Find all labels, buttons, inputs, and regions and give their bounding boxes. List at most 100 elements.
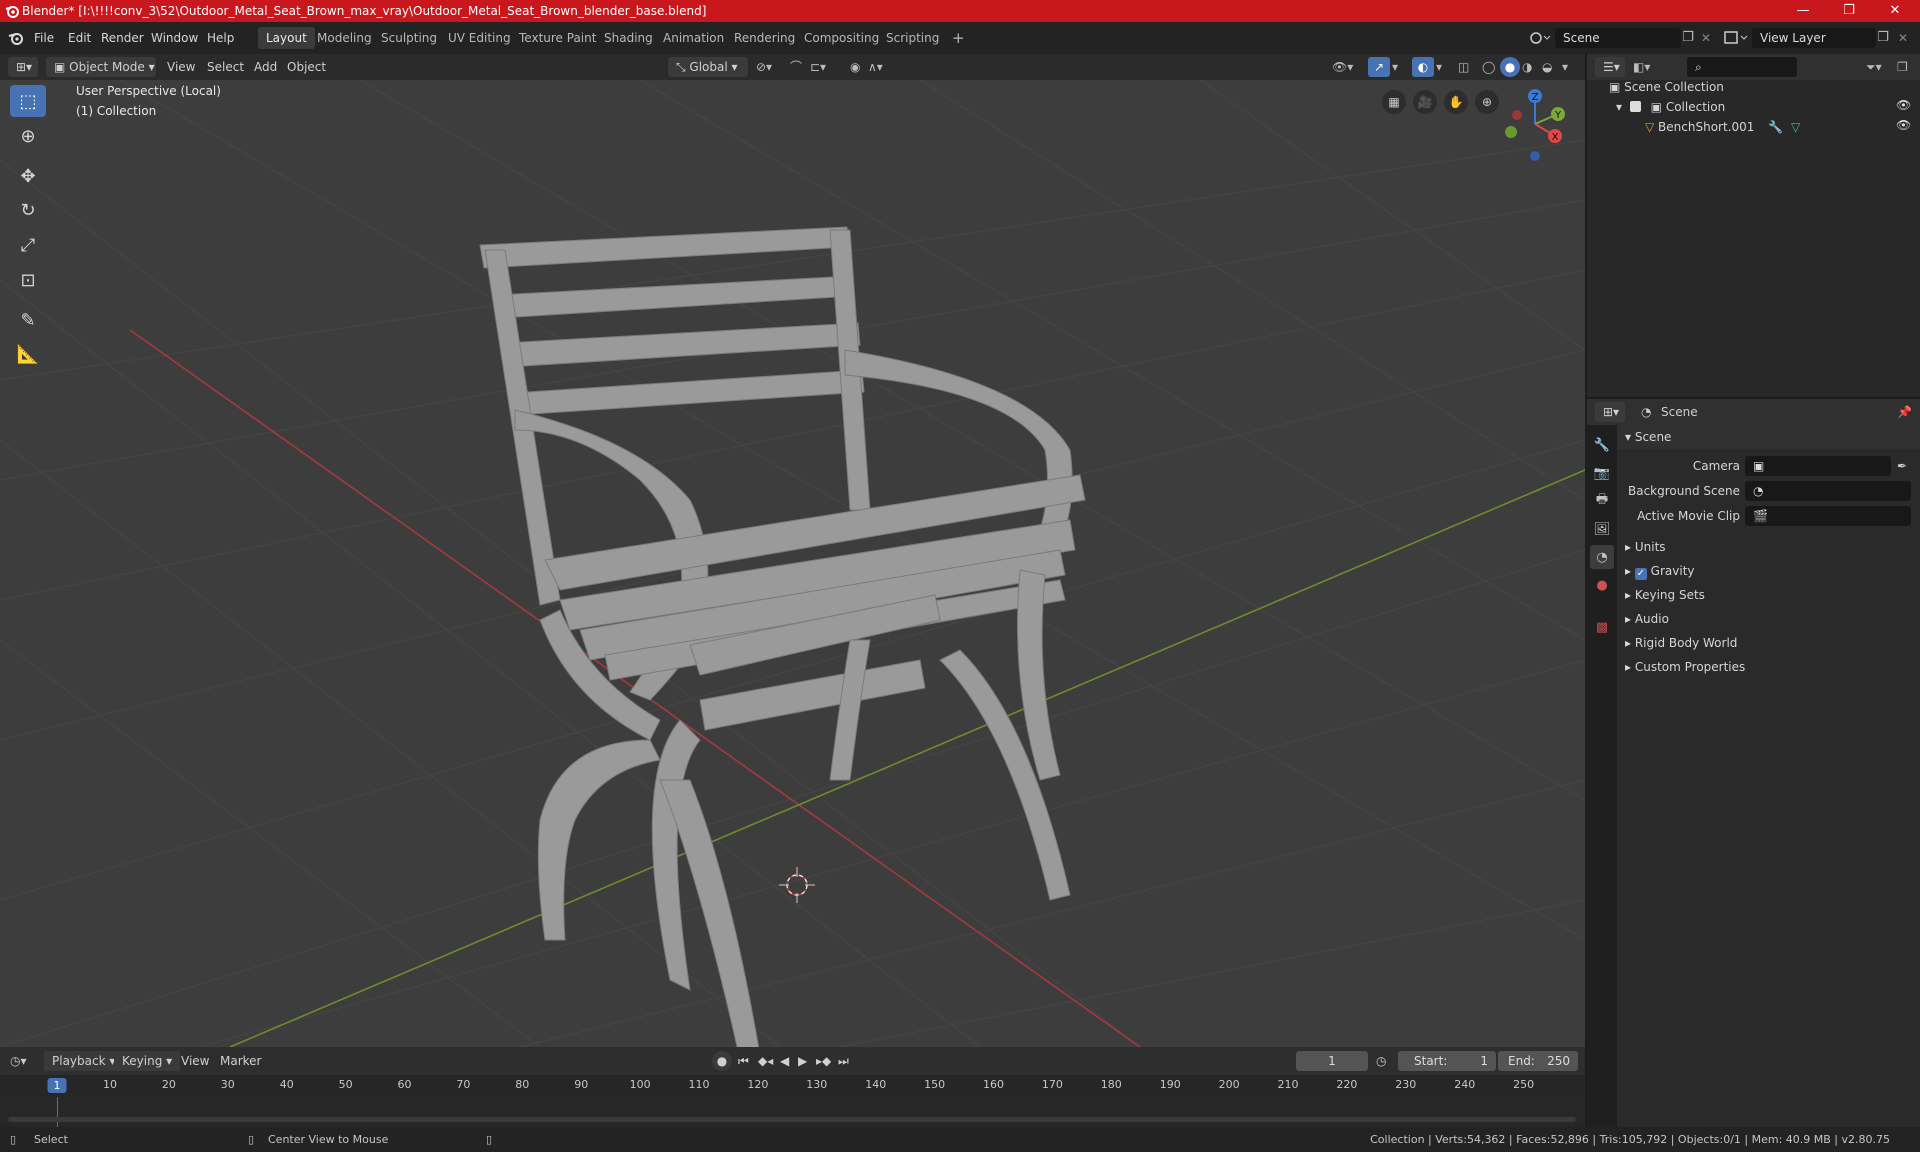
- timeline-area[interactable]: [0, 1097, 1585, 1127]
- editor-type-icon[interactable]: ☰▾: [1595, 57, 1625, 77]
- transform-orientation-dropdown[interactable]: ⤡ Global ▾: [668, 57, 748, 77]
- jump-end-icon[interactable]: ⏭: [838, 1051, 849, 1071]
- chevron-down-icon[interactable]: ▾: [1436, 57, 1442, 77]
- jump-start-icon[interactable]: ⏮: [738, 1051, 749, 1071]
- preview-range-icon[interactable]: ◷: [1376, 1051, 1386, 1071]
- cursor-tool[interactable]: ⊕: [10, 120, 46, 152]
- world-tab[interactable]: ●: [1590, 573, 1614, 597]
- outliner-search-input[interactable]: ⌕: [1687, 57, 1797, 77]
- 3d-viewport[interactable]: User Perspective (Local) (1) Collection …: [0, 80, 1585, 1047]
- scene-selector-icon[interactable]: [1527, 28, 1551, 48]
- filter-icon[interactable]: ⏷▾: [1866, 57, 1882, 77]
- prev-keyframe-icon[interactable]: ◆◂: [758, 1051, 773, 1071]
- texture-tab[interactable]: ▩: [1590, 615, 1614, 639]
- proportional-falloff-icon[interactable]: ∧▾: [868, 57, 883, 77]
- move-tool[interactable]: ✥: [10, 160, 46, 192]
- tab-shading[interactable]: Shading: [596, 27, 661, 49]
- custom-properties-subpanel[interactable]: ▸ Custom Properties: [1617, 655, 1920, 679]
- modifier-wrench-icon[interactable]: 🔧: [1768, 120, 1783, 134]
- render-tab[interactable]: 📷: [1590, 461, 1614, 485]
- overlays-toggle-icon[interactable]: ◐: [1412, 57, 1434, 77]
- rendered-shading-icon[interactable]: ◒: [1542, 57, 1552, 77]
- active-movie-clip-field[interactable]: 🎬: [1745, 506, 1911, 526]
- menu-help[interactable]: Help: [207, 29, 234, 47]
- frame-ruler[interactable]: 1 10 20 30 40 50 60 70 80 90 100 110 120 130 140 150 160…: [0, 1075, 1585, 1097]
- timeline-view-menu[interactable]: View: [181, 1051, 209, 1071]
- keying-menu[interactable]: Keying ▾: [114, 1051, 181, 1071]
- eyedropper-icon[interactable]: ✒: [1897, 454, 1907, 478]
- view-layer-tab[interactable]: 🖼: [1590, 517, 1614, 541]
- marker-menu[interactable]: Marker: [220, 1051, 261, 1071]
- camera-view-icon[interactable]: 🎥: [1413, 90, 1437, 114]
- editor-type-icon[interactable]: ◷▾: [10, 1051, 27, 1071]
- gravity-checkbox[interactable]: ✓: [1634, 568, 1647, 580]
- remove-scene-icon[interactable]: ✕: [1698, 28, 1714, 48]
- tab-uv-editing[interactable]: UV Editing: [440, 27, 519, 49]
- mode-dropdown[interactable]: ▣ Object Mode ▾: [46, 57, 156, 77]
- tab-compositing[interactable]: Compositing: [796, 27, 887, 49]
- scale-tool[interactable]: ⤢: [10, 229, 46, 261]
- play-icon[interactable]: ▶: [798, 1051, 807, 1071]
- remove-view-layer-icon[interactable]: ✕: [1895, 28, 1911, 48]
- eye-icon[interactable]: 👁: [1896, 118, 1911, 132]
- outliner-row-scene-collection[interactable]: ▣ Scene Collection: [1587, 77, 1920, 97]
- background-scene-field[interactable]: ◔: [1745, 481, 1911, 501]
- output-tab[interactable]: 🖶: [1590, 489, 1614, 513]
- navigation-gizmo[interactable]: Z Y X: [1495, 84, 1575, 164]
- eye-icon[interactable]: 👁: [1896, 98, 1911, 112]
- gravity-subpanel[interactable]: ▸ ✓ Gravity: [1617, 559, 1920, 583]
- editor-type-icon[interactable]: ⊞▾: [8, 57, 38, 77]
- playback-menu[interactable]: Playback ▾: [44, 1051, 124, 1071]
- transform-tool[interactable]: ⊡: [10, 264, 46, 296]
- gizmo-toggle-icon[interactable]: ↗: [1368, 57, 1390, 77]
- next-keyframe-icon[interactable]: ▸◆: [816, 1051, 831, 1071]
- keying-sets-subpanel[interactable]: ▸ Keying Sets: [1617, 583, 1920, 607]
- pin-icon[interactable]: 📌: [1897, 402, 1912, 422]
- exclude-checkbox[interactable]: [1629, 101, 1641, 112]
- pan-hand-icon[interactable]: ✋: [1444, 90, 1468, 114]
- scene-name-field[interactable]: Scene: [1555, 28, 1681, 48]
- chevron-down-icon[interactable]: ▾: [1562, 57, 1568, 77]
- rotate-tool[interactable]: ↻: [10, 194, 46, 226]
- material-shading-icon[interactable]: ◑: [1522, 57, 1532, 77]
- camera-field[interactable]: ▣: [1745, 456, 1891, 476]
- timeline-scrollbar[interactable]: [8, 1117, 1576, 1122]
- snap-icon[interactable]: ⌒: [790, 57, 802, 77]
- new-collection-icon[interactable]: ❐: [1897, 57, 1908, 77]
- menu-object[interactable]: Object: [287, 57, 326, 77]
- visibility-icon[interactable]: 👁▾: [1332, 57, 1353, 77]
- xray-icon[interactable]: ◫: [1458, 57, 1469, 77]
- measure-tool[interactable]: 📐: [10, 338, 46, 370]
- current-frame-field[interactable]: 1: [1296, 1051, 1368, 1071]
- expand-arrow-icon[interactable]: ▾: [1616, 100, 1626, 114]
- close-button[interactable]: ✕: [1872, 0, 1918, 22]
- mesh-data-icon[interactable]: ▽: [1791, 120, 1800, 134]
- tool-tab[interactable]: 🔧: [1590, 433, 1614, 457]
- tab-texture-paint[interactable]: Texture Paint: [511, 27, 604, 49]
- scene-tab[interactable]: ◔: [1590, 545, 1614, 569]
- menu-file[interactable]: File: [34, 29, 54, 47]
- tab-scripting[interactable]: Scripting: [878, 27, 947, 49]
- view-layer-field[interactable]: View Layer: [1752, 28, 1876, 48]
- new-view-layer-icon[interactable]: ❐: [1873, 28, 1893, 48]
- rigid-body-world-subpanel[interactable]: ▸ Rigid Body World: [1617, 631, 1920, 655]
- start-frame-field[interactable]: Start: 1: [1398, 1051, 1496, 1071]
- maximize-button[interactable]: ❐: [1826, 0, 1872, 22]
- record-icon[interactable]: ●: [712, 1051, 732, 1071]
- wireframe-shading-icon[interactable]: ◯: [1482, 57, 1495, 77]
- tab-rendering[interactable]: Rendering: [726, 27, 803, 49]
- select-box-tool[interactable]: ⬚: [10, 85, 46, 117]
- snap-target-icon[interactable]: ⊏▾: [810, 57, 826, 77]
- tab-layout[interactable]: Layout: [258, 27, 315, 49]
- view-layer-selector-icon[interactable]: [1722, 28, 1750, 48]
- menu-select[interactable]: Select: [207, 57, 244, 77]
- outliner-row-object[interactable]: ▽ BenchShort.001 🔧 ▽: [1587, 117, 1920, 137]
- units-subpanel[interactable]: ▸ Units: [1617, 535, 1920, 559]
- annotate-tool[interactable]: ✎: [10, 304, 46, 336]
- scene-panel-header[interactable]: ▾ Scene: [1617, 425, 1920, 449]
- menu-render[interactable]: Render: [101, 29, 144, 47]
- menu-view[interactable]: View: [167, 57, 195, 77]
- solid-shading-icon[interactable]: ●: [1500, 57, 1520, 77]
- blender-menu-icon[interactable]: [8, 31, 24, 45]
- menu-window[interactable]: Window: [151, 29, 198, 47]
